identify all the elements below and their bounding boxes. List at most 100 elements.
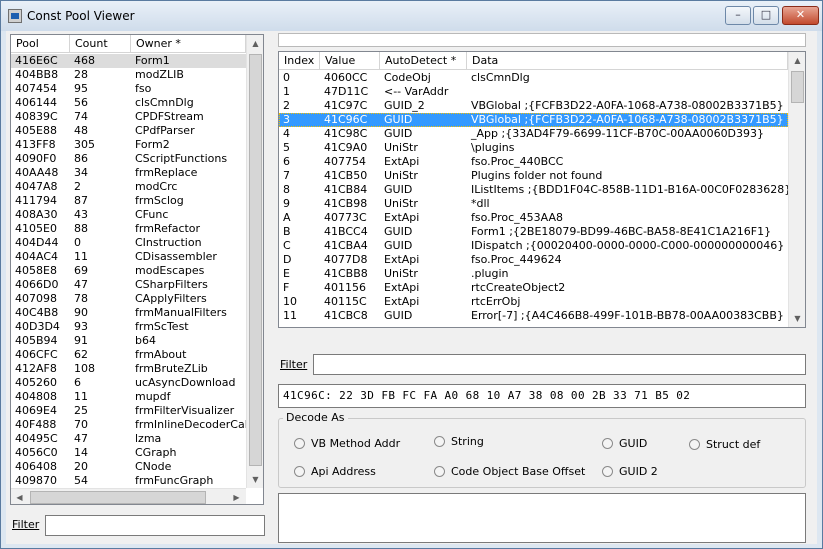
scroll-up-arrow-icon[interactable]: ▲ bbox=[789, 52, 805, 69]
filter-input-left[interactable] bbox=[45, 515, 265, 536]
column-header-count[interactable]: Count bbox=[70, 35, 131, 53]
close-button[interactable]: ✕ bbox=[782, 6, 819, 25]
entry-row[interactable]: 6 407754 ExtApi fso.Proc_440BCC bbox=[279, 155, 788, 169]
column-header-pool[interactable]: Pool bbox=[11, 35, 70, 53]
column-header-value[interactable]: Value bbox=[320, 52, 380, 70]
entry-row[interactable]: C 41CBA4 GUID IDispatch ;{00020400-0000-000… bbox=[279, 239, 788, 253]
scroll-down-arrow-icon[interactable]: ▼ bbox=[247, 471, 263, 488]
minimize-button[interactable]: – bbox=[725, 6, 751, 25]
radio-string[interactable]: String bbox=[434, 435, 484, 448]
entry-row[interactable]: 8 41CB84 GUID IListItems ;{BDD1F04C-858B-11… bbox=[279, 183, 788, 197]
value-cell: 407754 bbox=[324, 155, 366, 168]
pool-row[interactable]: 4105E0 88 frmRefactor bbox=[11, 222, 246, 236]
entry-row[interactable]: 3 41C96C GUID VBGlobal ;{FCFB3D22-A0FA-1068… bbox=[279, 113, 788, 127]
pool-row[interactable]: 413FF8 305 Form2 bbox=[11, 138, 246, 152]
radio-guid-2[interactable]: GUID 2 bbox=[602, 465, 658, 478]
scroll-left-arrow-icon[interactable]: ◀ bbox=[11, 489, 28, 504]
scroll-up-arrow-icon[interactable]: ▲ bbox=[247, 35, 263, 52]
pool-row[interactable]: 404AC4 11 CDisassembler bbox=[11, 250, 246, 264]
pool-row[interactable]: 40839C 74 CPDFStream bbox=[11, 110, 246, 124]
pool-row[interactable]: 4056C0 14 CGraph bbox=[11, 446, 246, 460]
pool-row[interactable]: 40F488 70 frmInlineDecoderCalls bbox=[11, 418, 246, 432]
radio-api-address[interactable]: Api Address bbox=[294, 465, 376, 478]
hex-dump-field[interactable]: 41C96C: 22 3D FB FC FA A0 68 10 A7 38 08… bbox=[278, 384, 806, 408]
value-cell: 401156 bbox=[324, 281, 366, 294]
owner-cell: modEscapes bbox=[135, 264, 205, 277]
title-bar[interactable]: Const Pool Viewer – □ ✕ bbox=[1, 1, 822, 31]
app-window: Const Pool Viewer – □ ✕ Pool Count Owner… bbox=[0, 0, 823, 549]
pool-row[interactable]: 409870 54 frmFuncGraph bbox=[11, 474, 246, 488]
pool-list-horizontal-scrollbar[interactable]: ◀ ▶ bbox=[11, 488, 246, 504]
pool-row[interactable]: 405E88 48 CPdfParser bbox=[11, 124, 246, 138]
column-header-index[interactable]: Index bbox=[279, 52, 320, 70]
decode-output-textarea[interactable] bbox=[278, 493, 806, 543]
entry-row[interactable]: 4 41C98C GUID _App ;{33AD4F79-6699-11CF-B70… bbox=[279, 127, 788, 141]
owner-cell: frmScTest bbox=[135, 320, 189, 333]
pool-cell: 411794 bbox=[15, 194, 57, 207]
pool-cell: 40495C bbox=[15, 432, 58, 445]
entry-row[interactable]: F 401156 ExtApi rtcCreateObject2 bbox=[279, 281, 788, 295]
pool-row[interactable]: 40AA48 34 frmReplace bbox=[11, 166, 246, 180]
column-header-data[interactable]: Data bbox=[467, 52, 788, 70]
pool-row[interactable]: 40C4B8 90 frmManualFilters bbox=[11, 306, 246, 320]
pool-list-vertical-scrollbar[interactable]: ▲ ▼ bbox=[246, 35, 263, 488]
entry-row[interactable]: 11 41CBC8 GUID Error[-7] ;{A4C466B8-499F-10… bbox=[279, 309, 788, 323]
pool-row[interactable]: 404808 11 mupdf bbox=[11, 390, 246, 404]
pool-row[interactable]: 4058E8 69 modEscapes bbox=[11, 264, 246, 278]
autodetect-cell: GUID bbox=[384, 225, 413, 238]
entry-list-vertical-scrollbar[interactable]: ▲ ▼ bbox=[788, 52, 805, 327]
pool-cell: 4058E8 bbox=[15, 264, 57, 277]
pool-row[interactable]: 404BB8 28 modZLIB bbox=[11, 68, 246, 82]
pool-row[interactable]: 40495C 47 lzma bbox=[11, 432, 246, 446]
pool-row[interactable]: 406144 56 clsCmnDlg bbox=[11, 96, 246, 110]
scroll-thumb[interactable] bbox=[30, 491, 206, 504]
radio-struct-def[interactable]: Struct def bbox=[689, 438, 760, 451]
pool-row[interactable]: 408A30 43 CFunc bbox=[11, 208, 246, 222]
scroll-thumb[interactable] bbox=[791, 71, 804, 103]
pool-row[interactable]: 4069E4 25 frmFilterVisualizer bbox=[11, 404, 246, 418]
pool-cell: 405E88 bbox=[15, 124, 57, 137]
pool-row[interactable]: 4090F0 86 CScriptFunctions bbox=[11, 152, 246, 166]
scroll-right-arrow-icon[interactable]: ▶ bbox=[228, 489, 245, 504]
pool-row[interactable]: 4066D0 47 CSharpFilters bbox=[11, 278, 246, 292]
pool-row[interactable]: 405B94 91 b64 bbox=[11, 334, 246, 348]
constant-entries-list[interactable]: Index Value AutoDetect * Data 0 4060CC Cod… bbox=[278, 51, 806, 328]
pool-cell: 40AA48 bbox=[15, 166, 59, 179]
entry-row[interactable]: E 41CBB8 UniStr .plugin bbox=[279, 267, 788, 281]
radio-code-object-base-offset[interactable]: Code Object Base Offset bbox=[434, 465, 585, 478]
scroll-thumb[interactable] bbox=[249, 54, 262, 466]
autodetect-cell: GUID bbox=[384, 127, 413, 140]
column-header-owner[interactable]: Owner * bbox=[131, 35, 246, 53]
pool-row[interactable]: 407098 78 CApplyFilters bbox=[11, 292, 246, 306]
pool-row[interactable]: 404D44 0 CInstruction bbox=[11, 236, 246, 250]
pool-row[interactable]: 406408 20 CNode bbox=[11, 460, 246, 474]
pool-row[interactable]: 412AF8 108 frmBruteZLib bbox=[11, 362, 246, 376]
entry-row[interactable]: A 40773C ExtApi fso.Proc_453AA8 bbox=[279, 211, 788, 225]
pool-row[interactable]: 407454 95 fso bbox=[11, 82, 246, 96]
pool-row[interactable]: 411794 87 frmSclog bbox=[11, 194, 246, 208]
pool-row[interactable]: 416E6C 468 Form1 bbox=[11, 54, 246, 68]
radio-guid[interactable]: GUID bbox=[602, 437, 647, 450]
count-cell: 34 bbox=[74, 166, 88, 179]
entry-row[interactable]: 5 41C9A0 UniStr \plugins bbox=[279, 141, 788, 155]
entry-row[interactable]: 0 4060CC CodeObj clsCmnDlg bbox=[279, 71, 788, 85]
entry-row[interactable]: 2 41C97C GUID_2 VBGlobal ;{FCFB3D22-A0FA-10… bbox=[279, 99, 788, 113]
entry-row[interactable]: 7 41CB50 UniStr Plugins folder not found bbox=[279, 169, 788, 183]
pool-row[interactable]: 406CFC 62 frmAbout bbox=[11, 348, 246, 362]
radio-vb-method-addr[interactable]: VB Method Addr bbox=[294, 437, 400, 450]
pool-row[interactable]: 40D3D4 93 frmScTest bbox=[11, 320, 246, 334]
radio-label: Code Object Base Offset bbox=[451, 465, 586, 478]
pool-list[interactable]: Pool Count Owner * 416E6C 468 Form1 404BB8 2… bbox=[10, 34, 264, 505]
entry-row[interactable]: B 41BCC4 GUID Form1 ;{2BE18079-BD99-46BC-BA… bbox=[279, 225, 788, 239]
scroll-down-arrow-icon[interactable]: ▼ bbox=[789, 310, 805, 327]
entry-row[interactable]: D 4077D8 ExtApi fso.Proc_449624 bbox=[279, 253, 788, 267]
data-cell: rtcErrObj bbox=[471, 295, 521, 308]
column-header-autodetect[interactable]: AutoDetect * bbox=[380, 52, 467, 70]
filter-input-right[interactable] bbox=[313, 354, 806, 375]
pool-row[interactable]: 4047A8 2 modCrc bbox=[11, 180, 246, 194]
pool-row[interactable]: 405260 6 ucAsyncDownload bbox=[11, 376, 246, 390]
entry-row[interactable]: 9 41CB98 UniStr *dll bbox=[279, 197, 788, 211]
maximize-button[interactable]: □ bbox=[753, 6, 779, 25]
entry-row[interactable]: 10 40115C ExtApi rtcErrObj bbox=[279, 295, 788, 309]
entry-row[interactable]: 1 47D11C <-- VarAddr bbox=[279, 85, 788, 99]
